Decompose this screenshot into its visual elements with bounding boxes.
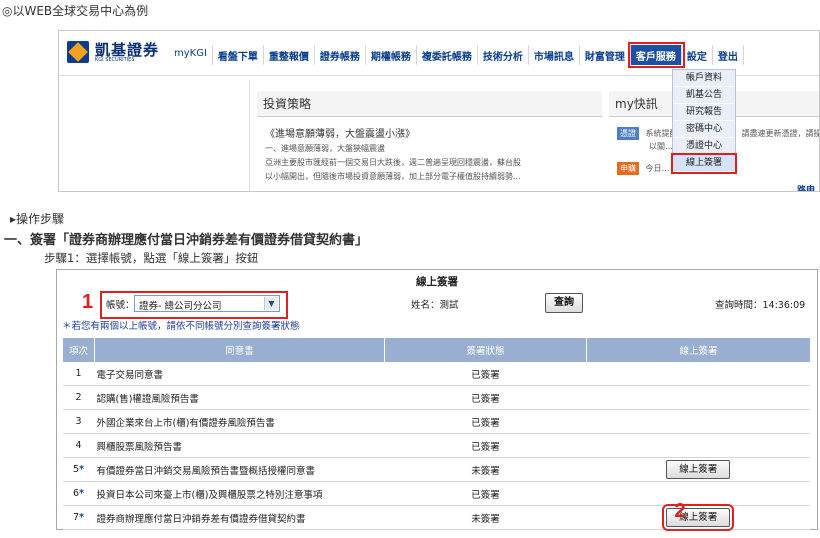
menu-announcements[interactable]: 凱基公告	[673, 87, 735, 104]
intro-text: ◎以WEB全球交易中心為例	[2, 4, 149, 18]
strategy-headline[interactable]: 《進場意願薄弱，大盤震盪小漲》	[265, 125, 594, 140]
strategy-line: 亞洲主要股市匯經前一個交易日大跌後，週二普遍呈現回穩震盪，蘇台股	[265, 158, 521, 167]
account-select[interactable]: 證券- 總公司分公司 ▼	[134, 295, 280, 312]
news-tag: 申購	[617, 162, 639, 175]
step-marker-1: 1	[82, 291, 94, 313]
nav-trade[interactable]: 看盤下單	[213, 45, 264, 65]
strategy-line: 以小幅開出，但隨後市場投資意願薄弱，加上部分電子權值股持續弱勢...	[265, 172, 521, 181]
logo-sub: KGI SECURITIES	[95, 57, 135, 63]
multi-account-note: ＊若您有兩個以上帳號，請依不同帳號分別查詢簽署狀態	[62, 321, 300, 332]
row-status: 已簽署	[384, 362, 587, 386]
step-marker-2: 2	[674, 500, 686, 522]
kgi-site-screenshot: 凱基證券 KGI SECURITIES myKGI 看盤下單 重整報價 證券帳務…	[58, 30, 820, 192]
row-status: 已簽署	[384, 481, 587, 506]
row-action	[586, 481, 810, 506]
account-label: 帳號：	[106, 300, 135, 311]
main-nav: myKGI 看盤下單 重整報價 證券帳務 期權帳務 複委託帳務 技術分析 市場訊…	[169, 42, 744, 68]
row-no: 3	[62, 409, 95, 434]
customer-name: 姓名：測試	[411, 300, 459, 311]
account-value: 證券- 總公司分公司	[139, 301, 222, 312]
nav-quote[interactable]: 重整報價	[264, 45, 315, 65]
online-sign-button[interactable]: 線上簽署	[666, 460, 731, 479]
row-agreement: 認購(售)權證風險預告書	[94, 385, 385, 410]
menu-password-center[interactable]: 密碼中心	[673, 121, 735, 138]
nav-stock-account[interactable]: 證券帳務	[315, 45, 366, 65]
table-row: 4 興櫃股票風險預告書 已簽署	[62, 433, 810, 458]
query-time: 查詢時間：14:36:09	[715, 300, 806, 311]
table-row: 3 外國企業來台上市(櫃)有價證券風險預告書 已簽署	[62, 409, 810, 434]
row-agreement: 有價證券當日沖銷交易風險預告書暨概括授權同意書	[94, 457, 385, 482]
row-status: 未簽署	[384, 457, 587, 482]
row-status: 已簽署	[384, 409, 587, 434]
menu-account-info[interactable]: 帳戶資料	[673, 70, 735, 87]
news-text: 今日…	[645, 164, 670, 173]
menu-research[interactable]: 研究報告	[673, 104, 735, 121]
row-status: 已簽署	[384, 433, 587, 458]
nav-logout[interactable]: 登出	[713, 45, 744, 65]
row-no: 4	[62, 433, 95, 458]
nav-market-news[interactable]: 市場訊息	[529, 45, 580, 65]
row-agreement: 興櫃股票風險預告書	[94, 433, 385, 458]
nav-subbrokerage-account[interactable]: 複委託帳務	[417, 45, 478, 65]
menu-certificate-center[interactable]: 憑證中心	[673, 138, 735, 155]
col-no: 項次	[62, 338, 95, 362]
nav-futures-account[interactable]: 期權帳務	[366, 45, 417, 65]
nav-customer-service[interactable]: 客戶服務	[627, 42, 685, 68]
row-no: 7*	[62, 505, 95, 530]
menu-online-signing[interactable]: 線上簽署	[671, 153, 737, 174]
strategy-line: 一、進場意願薄弱，大盤狹幅震盪	[265, 144, 385, 153]
col-status: 簽署狀態	[384, 338, 587, 362]
table-row: 7* 證券商辦理應付當日沖銷券差有價證券借貸契約書 未簽署 2 線上簽署	[62, 500, 810, 531]
row-action: 2 線上簽署	[586, 500, 810, 531]
query-button[interactable]: 查詢	[545, 293, 583, 313]
form-title: 線上簽署	[416, 276, 458, 288]
row-agreement: 電子交易同意書	[94, 362, 385, 386]
agreements-table: 項次 同意書 簽署狀態 線上簽署 1 電子交易同意書 已簽署 2 認購(售)權證…	[62, 338, 810, 531]
strategy-title: 投資策略	[257, 91, 602, 117]
table-row: 5* 有價證券當日沖銷交易風險預告書暨概括授權同意書 未簽署 線上簽署	[62, 457, 810, 482]
row-agreement: 外國企業來台上市(櫃)有價證券風險預告書	[94, 409, 385, 434]
strategy-panel: 投資策略 《進場意願薄弱，大盤震盪小漲》 一、進場意願薄弱，大盤狹幅震盪 亞洲主…	[257, 91, 602, 191]
nav-technical[interactable]: 技術分析	[478, 45, 529, 65]
apply-link[interactable]: 路申購	[797, 183, 819, 191]
row-agreement: 投資日本公司來臺上市(櫃)及興櫃股票之特別注意事項	[94, 481, 385, 506]
col-online-sign: 線上簽署	[586, 338, 810, 362]
row-status: 未簽署	[384, 505, 587, 530]
row-status: 已簽署	[384, 385, 587, 410]
row-no: 5*	[62, 457, 95, 482]
row-action: 線上簽署	[586, 457, 810, 482]
table-row: 2 認購(售)權證風險預告書 已簽署	[62, 385, 810, 410]
col-agreement: 同意書	[94, 338, 385, 362]
step-heading: 一、簽署「證券商辦理應付當日沖銷券差有價證券借貸契約書」	[4, 233, 369, 248]
row-agreement: 證券商辦理應付當日沖銷券差有價證券借貸契約書	[94, 505, 385, 530]
nav-settings[interactable]: 設定	[682, 45, 713, 65]
nav-mykgi[interactable]: myKGI	[169, 45, 213, 65]
row-no: 2	[62, 385, 95, 410]
account-selector-group: 帳號： 證券- 總公司分公司 ▼	[100, 291, 288, 319]
kgi-logo-icon	[67, 41, 89, 63]
table-row: 1 電子交易同意書 已簽署	[62, 362, 810, 386]
row-no: 6*	[62, 481, 95, 506]
news-tag: 憑證	[617, 127, 639, 140]
row-action	[586, 385, 810, 410]
online-signing-screenshot: 線上簽署 1 帳號： 證券- 總公司分公司 ▼ 姓名：測試 查詢 查詢時間：14…	[56, 269, 818, 531]
row-action	[586, 409, 810, 434]
chevron-down-icon[interactable]: ▼	[264, 297, 278, 310]
customer-service-menu: 帳戶資料 凱基公告 研究報告 密碼中心 憑證中心 線上簽署	[671, 69, 737, 174]
table-row: 6* 投資日本公司來臺上市(櫃)及興櫃股票之特別注意事項 已簽署	[62, 481, 810, 506]
row-action	[586, 433, 810, 458]
row-no: 1	[62, 362, 95, 386]
row-action	[586, 362, 810, 386]
kgi-logo[interactable]: 凱基證券 KGI SECURITIES	[67, 41, 165, 65]
steps-label: ▸操作步驟	[10, 212, 65, 226]
step1-text: 步驟1：選擇帳號，點選「線上簽署」按鈕	[44, 251, 259, 265]
table-header: 項次 同意書 簽署狀態 線上簽署	[62, 338, 810, 362]
nav-wealth[interactable]: 財富管理	[580, 45, 631, 65]
left-panel	[59, 81, 250, 191]
